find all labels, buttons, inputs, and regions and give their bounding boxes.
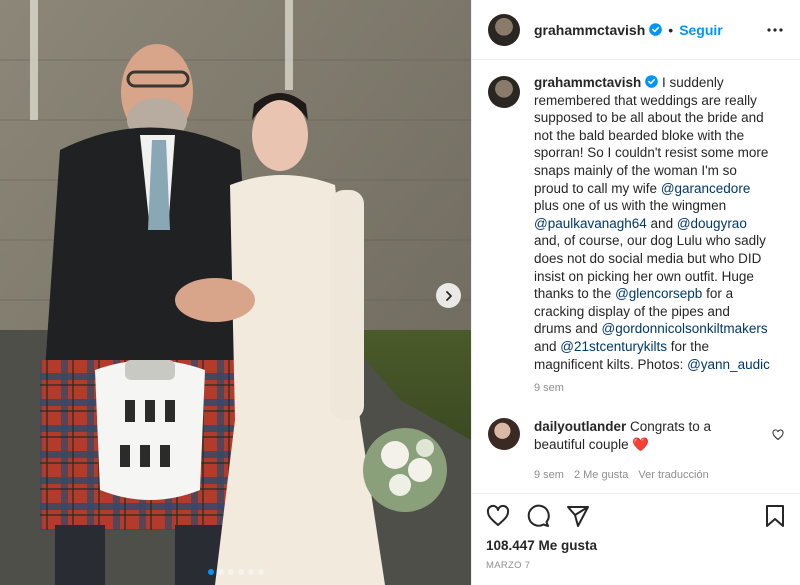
likes-count[interactable]: 108.447 Me gusta [486,538,786,553]
post-photo[interactable] [0,0,471,585]
carousel-dot [257,569,264,575]
comment-item: dailyoutlander Congrats to a beautiful c… [488,418,784,453]
mention-link[interactable]: @21stcenturykilts [560,339,667,354]
caption-avatar[interactable] [488,76,520,108]
mention-link[interactable]: @paulkavanagh64 [534,216,647,231]
header-username[interactable]: grahammctavish [534,22,645,38]
carousel-indicator [0,569,471,575]
caption-text-segment: and [646,215,677,231]
mention-link[interactable]: @dougyrao [677,216,747,231]
verified-badge-icon [649,23,663,36]
comment-bubble-icon[interactable] [526,504,550,528]
caption-timestamp[interactable]: 9 sem [534,382,784,394]
comment-avatar[interactable] [488,418,520,451]
heart-icon[interactable] [486,504,510,528]
follow-button[interactable]: Seguir [679,22,723,38]
caption-text-segment: I suddenly remembered that weddings are … [534,75,769,196]
caption-body: I suddenly remembered that weddings are … [534,75,770,372]
post-date[interactable]: MARZO 7 [486,560,786,571]
instagram-post-modal: grahammctavish • Seguir grahammctavish I… [0,0,800,585]
wedding-photo-image [0,0,471,585]
bookmark-icon[interactable] [764,504,786,528]
carousel-dot [247,569,254,575]
comment-like-icon[interactable] [772,428,784,446]
mention-link[interactable]: @garancedore [661,181,751,196]
mention-link[interactable]: @yann_audic [687,357,770,372]
verified-badge-icon [645,75,659,88]
comment-meta: 9 sem 2 Me gusta Ver traducción [534,469,784,481]
carousel-dot [237,569,244,575]
mention-link[interactable]: @glencorsepb [615,286,702,301]
post-header: grahammctavish • Seguir [472,0,800,60]
paper-plane-icon[interactable] [566,504,590,528]
post-actions: 108.447 Me gusta MARZO 7 [472,493,800,585]
header-separator: • [668,21,674,38]
comment-likes[interactable]: 2 Me gusta [574,469,628,481]
carousel-next-button[interactable] [436,283,461,308]
caption: grahammctavish I suddenly remembered tha… [488,74,784,373]
caption-text-segment: and [534,338,561,354]
translate-link[interactable]: Ver traducción [638,469,708,481]
mention-link[interactable]: @gordonnicolsonkiltmakers [602,321,768,336]
carousel-dot [217,569,224,575]
comment-timestamp[interactable]: 9 sem [534,469,564,481]
avatar[interactable] [488,13,520,46]
more-options-icon[interactable] [766,21,784,39]
comment-text: dailyoutlander Congrats to a beautiful c… [534,418,764,453]
carousel-dot [227,569,234,575]
action-bar [486,504,786,528]
carousel-dot [207,569,214,575]
chevron-right-icon [445,290,452,301]
heart-emoji: ❤️ [632,436,650,452]
caption-text-segment: plus one of us with the wingmen [534,198,727,214]
comment-username[interactable]: dailyoutlander [534,419,626,434]
caption-username[interactable]: grahammctavish [534,75,641,90]
post-sidebar: grahammctavish • Seguir grahammctavish I… [471,0,800,585]
comments-section: grahammctavish I suddenly remembered tha… [472,60,800,493]
caption-text: grahammctavish I suddenly remembered tha… [534,74,770,373]
